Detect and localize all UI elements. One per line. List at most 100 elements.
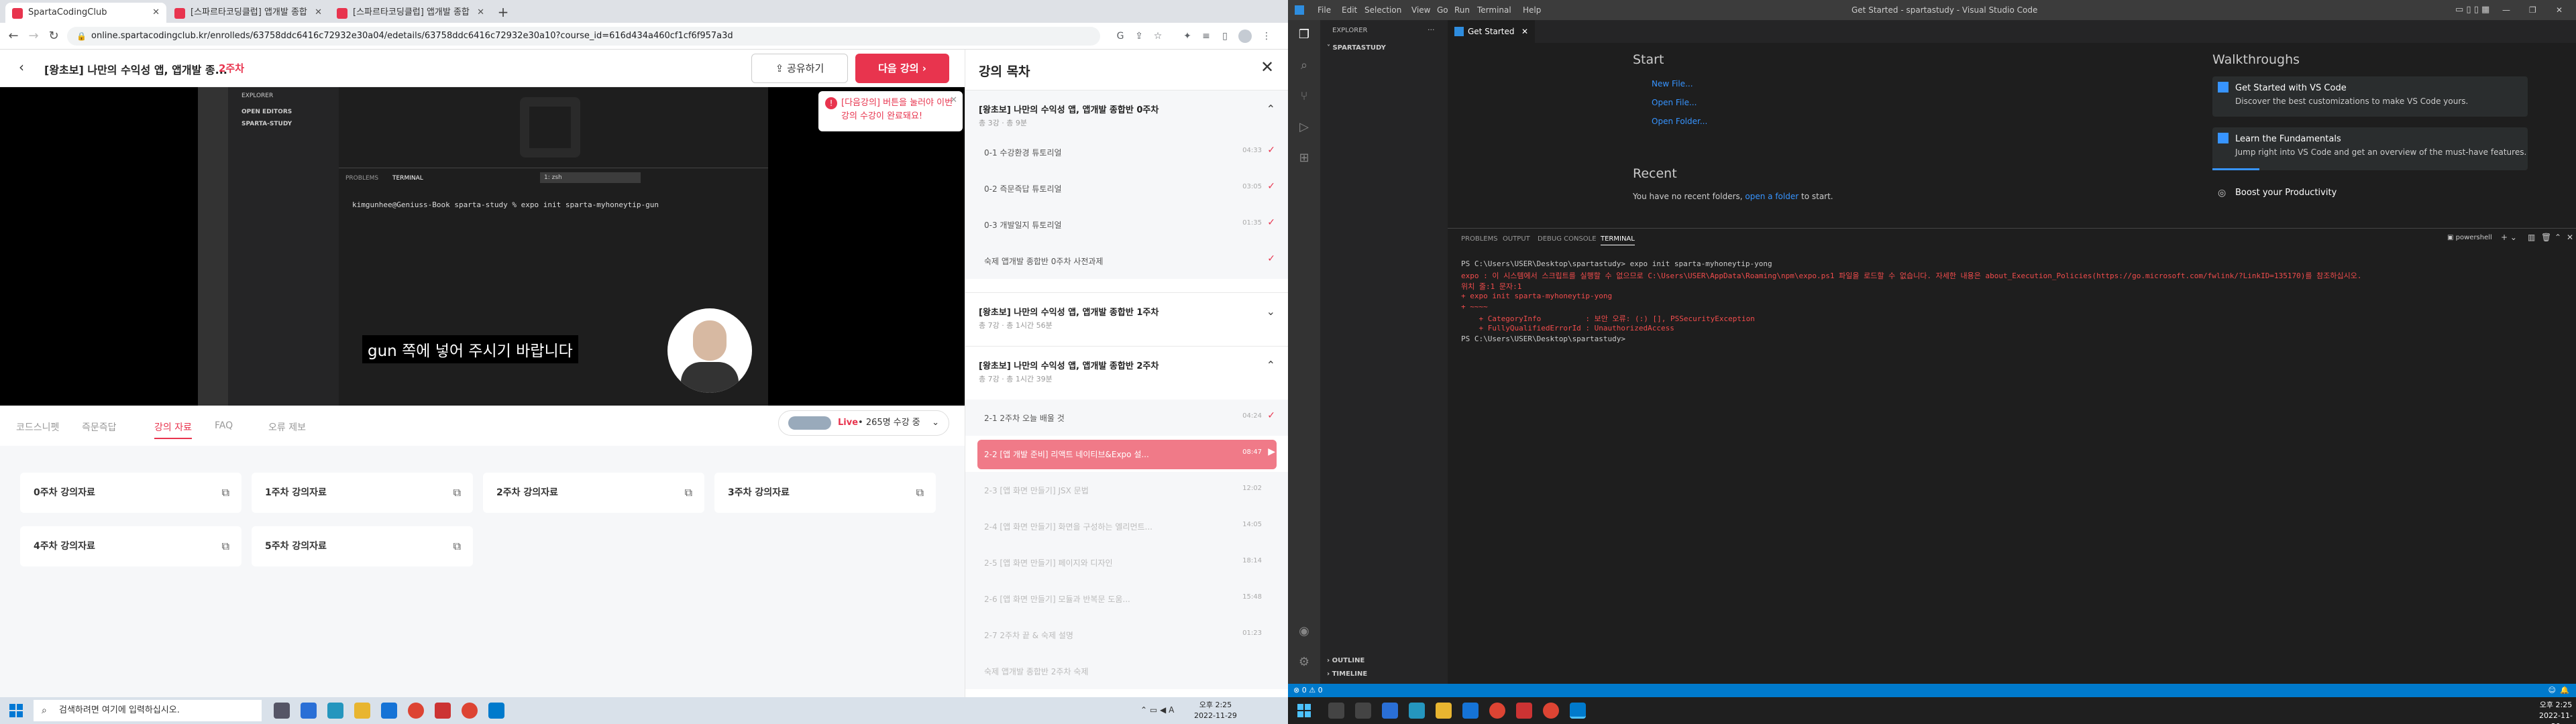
forward-arrow-icon[interactable]: →: [25, 28, 42, 44]
app-icon[interactable]: [1516, 703, 1532, 719]
problems-count[interactable]: ⊗ 0 ⚠ 0: [1293, 686, 1323, 695]
chrome-icon[interactable]: [408, 703, 424, 719]
chrome-icon[interactable]: [462, 703, 478, 719]
lecture-item[interactable]: 숙제 앱개발 종합반 2주차 숙제: [965, 653, 1288, 689]
edge-beta-icon[interactable]: [1409, 703, 1425, 719]
lecture-video[interactable]: EXPLORER OPEN EDITORS SPARTA-STUDY PROBL…: [0, 87, 965, 406]
browser-tab[interactable]: SpartaCodingClub ✕: [5, 3, 166, 23]
explorer-icon[interactable]: ❐: [1296, 27, 1312, 43]
panel-tab-debug-console[interactable]: DEBUG CONSOLE: [1538, 235, 1597, 243]
split-terminal-icon[interactable]: ▥: [2528, 233, 2535, 242]
trash-icon[interactable]: 🗑: [2541, 233, 2551, 242]
reload-icon[interactable]: ↻: [46, 28, 62, 44]
panel-tab-problems[interactable]: PROBLEMS: [1461, 235, 1498, 243]
browser-menu-icon[interactable]: ⋮: [1260, 29, 1273, 43]
sidepanel-icon[interactable]: ▯: [1218, 29, 1232, 43]
file-explorer-icon[interactable]: [1436, 703, 1452, 719]
close-icon[interactable]: ✕: [1260, 58, 1274, 76]
close-window-icon[interactable]: ✕: [2556, 0, 2563, 20]
edge-icon[interactable]: [301, 703, 317, 719]
lecture-item[interactable]: 2-6 [앱 화면 만들기] 모듈과 반복문 도움... 15:48: [965, 581, 1288, 617]
run-debug-icon[interactable]: ▷: [1296, 119, 1312, 135]
back-arrow-icon[interactable]: ←: [5, 28, 21, 44]
lecture-item-current[interactable]: 2-2 [앱 개발 준비] 리액트 네이티브&Expo 설... 08:47 ▶: [965, 436, 1288, 472]
menu-go[interactable]: Go: [1437, 0, 1448, 20]
search-icon[interactable]: [1328, 703, 1344, 719]
walkthrough-card[interactable]: Get Started with VS Code Discover the be…: [2212, 76, 2528, 117]
feedback-icon[interactable]: ☺: [2548, 684, 2556, 697]
more-icon[interactable]: ···: [1428, 25, 1435, 34]
tab-bug-report[interactable]: 오류 제보: [268, 420, 306, 434]
lecture-item[interactable]: 2-4 [앱 화면 만들기] 화면을 구성하는 엘리먼트... 14:05: [965, 508, 1288, 544]
maximize-icon[interactable]: ❐: [2529, 0, 2536, 20]
open-folder-link[interactable]: open a folder: [1745, 192, 1799, 201]
vscode-icon[interactable]: [488, 703, 504, 719]
open-file-link[interactable]: Open File...: [1652, 98, 1697, 107]
menu-selection[interactable]: Selection: [1364, 0, 1401, 20]
material-card[interactable]: 3주차 강의자료 ⧉: [714, 473, 936, 513]
lecture-item[interactable]: 2-5 [앱 화면 만들기] 페이지와 디자인 18:14: [965, 544, 1288, 581]
store-icon[interactable]: [1462, 703, 1479, 719]
url-field[interactable]: 🔒 online.spartacodingclub.kr/enrolleds/6…: [67, 27, 1100, 46]
lecture-item[interactable]: 숙제 앱개발 종합반 0주차 사전과제 ✓: [965, 243, 1288, 279]
lecture-item[interactable]: 2-1 2주차 오늘 배울 것 04:24 ✓: [965, 400, 1288, 436]
file-explorer-icon[interactable]: [354, 703, 370, 719]
explorer-folder[interactable]: ˅ SPARTASTUDY: [1327, 44, 1386, 52]
close-tab-icon[interactable]: ✕: [477, 3, 484, 23]
chrome-icon[interactable]: [1489, 703, 1505, 719]
settings-gear-icon[interactable]: ⚙: [1296, 654, 1312, 670]
new-file-link[interactable]: New File...: [1652, 79, 1693, 88]
windows-start-icon[interactable]: [9, 704, 23, 717]
week-section-0[interactable]: [왕초보] 나만의 수익성 앱, 앱개발 종합반 0주차 총 3강 · 총 9분…: [965, 90, 1288, 134]
taskbar-clock[interactable]: 오후 2:25 2022-11-29: [2536, 700, 2576, 724]
browser-tab[interactable]: [스파르타코딩클럽] 앱개발 종합 ✕: [168, 3, 329, 23]
menu-edit[interactable]: Edit: [1342, 0, 1357, 20]
share-button[interactable]: ⇪ 공유하기: [751, 54, 848, 83]
menu-help[interactable]: Help: [1523, 0, 1541, 20]
windows-start-icon[interactable]: [1297, 704, 1311, 717]
account-icon[interactable]: ◉: [1296, 623, 1312, 640]
new-terminal-icon[interactable]: + ⌄: [2501, 233, 2517, 242]
task-view-icon[interactable]: [274, 703, 290, 719]
open-folder-link[interactable]: Open Folder...: [1652, 117, 1707, 126]
close-panel-icon[interactable]: ✕: [2567, 233, 2573, 242]
tab-faq[interactable]: FAQ: [215, 420, 233, 431]
task-view-icon[interactable]: [1355, 703, 1371, 719]
close-tab-icon[interactable]: ✕: [315, 3, 322, 23]
live-viewers-dropdown[interactable]: Live• 265명 수강 중 ⌄: [778, 410, 949, 436]
collapse-icon[interactable]: ⌃: [2555, 233, 2561, 242]
extensions-icon[interactable]: ✦: [1181, 29, 1194, 43]
material-card[interactable]: 4주차 강의자료 ⧉: [20, 526, 241, 566]
walkthrough-card[interactable]: ◎ Boost your Productivity: [2212, 181, 2528, 205]
google-icon[interactable]: G: [1114, 29, 1127, 43]
panel-tab-terminal[interactable]: TERMINAL: [1601, 235, 1635, 245]
reading-list-icon[interactable]: ≡: [1199, 29, 1213, 43]
outline-section[interactable]: › OUTLINE: [1327, 657, 1364, 664]
material-card[interactable]: 2주차 강의자료 ⧉: [483, 473, 704, 513]
vscode-icon[interactable]: [1570, 703, 1586, 719]
shell-selector[interactable]: ▣ powershell: [2447, 234, 2492, 241]
close-icon[interactable]: ✕: [1521, 20, 1528, 43]
menu-run[interactable]: Run: [1454, 0, 1470, 20]
back-chevron-icon[interactable]: ‹: [19, 59, 24, 75]
lecture-item[interactable]: 2-3 [앱 화면 만들기] JSX 문법 12:02: [965, 472, 1288, 508]
lecture-item[interactable]: 0-2 즉문즉답 튜토리얼 03:05 ✓: [965, 170, 1288, 206]
source-control-icon[interactable]: ⑂: [1296, 88, 1312, 105]
profile-avatar-icon[interactable]: [1238, 29, 1252, 43]
browser-tab[interactable]: [스파르타코딩클럽] 앱개발 종합 ✕: [330, 3, 491, 23]
store-icon[interactable]: [381, 703, 397, 719]
tab-materials[interactable]: 강의 자료: [154, 420, 192, 439]
next-lecture-button[interactable]: 다음 강의 ›: [855, 54, 949, 83]
notifications-icon[interactable]: 🔔: [2560, 684, 2569, 697]
close-icon[interactable]: ✕: [950, 94, 957, 107]
edge-beta-icon[interactable]: [327, 703, 343, 719]
app-icon[interactable]: [435, 703, 451, 719]
tab-qna[interactable]: 즉문즉답: [82, 420, 117, 434]
lecture-item[interactable]: 0-1 수강환경 튜토리얼 04:33 ✓: [965, 134, 1288, 170]
week-section-2[interactable]: [왕초보] 나만의 수익성 앱, 앱개발 종합반 2주차 총 7강 · 총 1시…: [965, 346, 1288, 400]
bookmark-star-icon[interactable]: ☆: [1151, 29, 1165, 43]
close-tab-icon[interactable]: ✕: [152, 3, 160, 23]
walkthrough-card[interactable]: Learn the Fundamentals Jump right into V…: [2212, 127, 2528, 170]
taskbar-clock[interactable]: 오후 2:25 2022-11-29: [1194, 700, 1237, 721]
menu-file[interactable]: File: [1318, 0, 1331, 20]
